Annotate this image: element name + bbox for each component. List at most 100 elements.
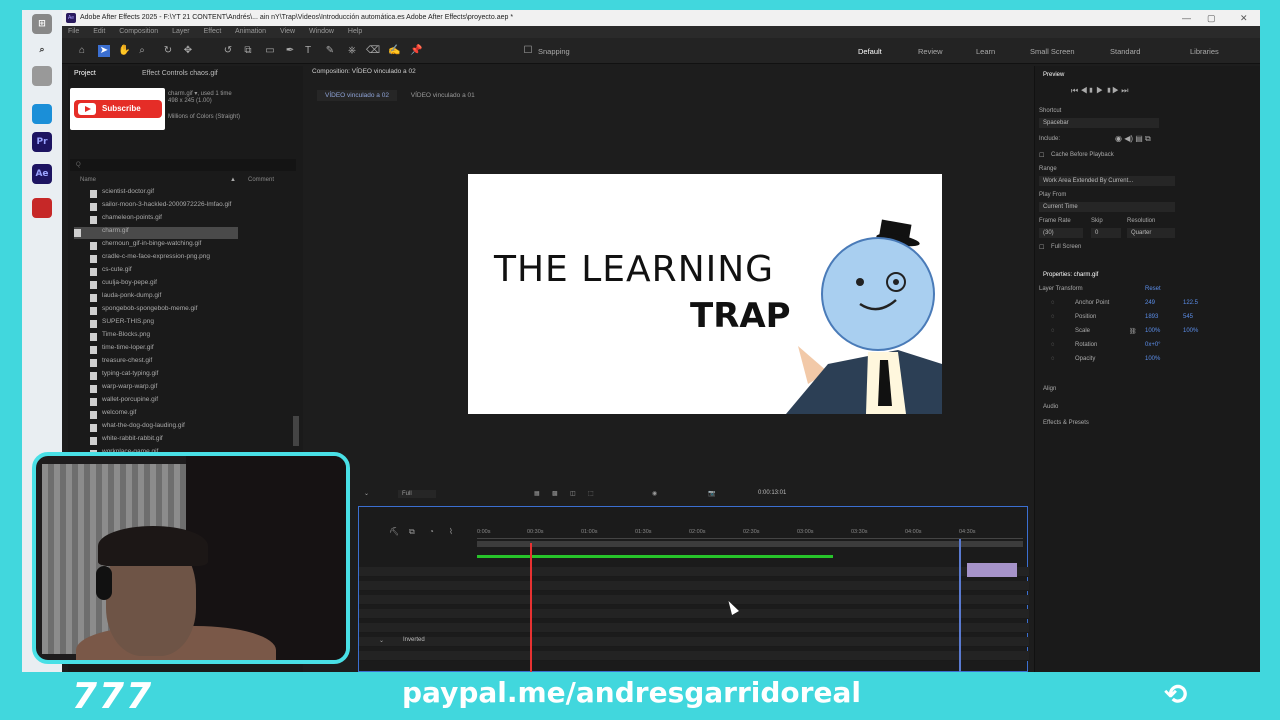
effects-presets-panel[interactable]: Effects & Presets bbox=[1043, 420, 1089, 426]
puppet-pin-tool-icon[interactable]: 📌 bbox=[410, 45, 422, 57]
layer-bar[interactable] bbox=[967, 563, 1017, 577]
hand-tool-icon[interactable]: ✋ bbox=[118, 45, 130, 57]
snapping-checkbox-icon[interactable]: ☐ bbox=[522, 45, 534, 57]
properties-title[interactable]: Properties: charm.gif bbox=[1043, 272, 1098, 278]
frame-rate-dropdown[interactable]: (30) bbox=[1039, 228, 1083, 238]
list-item[interactable]: welcome.gif bbox=[90, 409, 136, 421]
menu-composition[interactable]: Composition bbox=[119, 28, 158, 35]
shy-layers-icon[interactable]: ⛏ bbox=[389, 527, 399, 536]
tab-effect-controls[interactable]: Effect Controls chaos.gif bbox=[142, 70, 218, 77]
position-x[interactable]: 1893 bbox=[1145, 314, 1158, 320]
home-icon[interactable]: ⌂ bbox=[76, 45, 88, 57]
project-scrollbar[interactable] bbox=[293, 416, 299, 446]
layer-track[interactable] bbox=[359, 609, 1029, 619]
scale-y[interactable]: 100% bbox=[1183, 328, 1198, 334]
workspace-small-screen[interactable]: Small Screen bbox=[1030, 47, 1075, 56]
pan-tool-icon[interactable]: ✥ bbox=[182, 45, 194, 57]
reset-link[interactable]: Reset bbox=[1145, 286, 1161, 292]
column-name[interactable]: Name bbox=[80, 177, 96, 183]
work-area-end-marker[interactable] bbox=[959, 539, 961, 672]
cache-checkbox-icon[interactable]: ☐ bbox=[1039, 152, 1044, 159]
list-item[interactable]: cuulja-boy-pepe.gif bbox=[90, 279, 157, 291]
menu-help[interactable]: Help bbox=[348, 28, 362, 35]
list-item[interactable]: scientist-doctor.gif bbox=[90, 188, 154, 200]
scale-x[interactable]: 100% bbox=[1145, 328, 1160, 334]
position-y[interactable]: 545 bbox=[1183, 314, 1193, 320]
layer-track[interactable]: ⌄ Inverted bbox=[359, 637, 1029, 647]
snapshot-icon[interactable]: ◉ bbox=[652, 490, 657, 497]
composition-viewer[interactable]: THE LEARNING TRAP bbox=[468, 174, 942, 414]
list-item[interactable]: lauda-ponk-dump.gif bbox=[90, 292, 161, 304]
playback-controls-icon[interactable]: ⏮ ◀▮ ▶ ▮▶ ⏭ bbox=[1071, 86, 1129, 96]
scale-stopwatch-icon[interactable]: ◌ bbox=[1051, 328, 1055, 334]
file-explorer-icon[interactable] bbox=[32, 66, 52, 86]
preview-title[interactable]: Preview bbox=[1043, 72, 1064, 78]
layer-twirl-chevron-down-icon[interactable]: ⌄ bbox=[379, 637, 384, 644]
menu-view[interactable]: View bbox=[280, 28, 295, 35]
shortcut-dropdown[interactable]: Spacebar bbox=[1039, 118, 1159, 128]
grid-overlay-icon[interactable]: ▦ bbox=[534, 490, 540, 497]
time-ruler[interactable]: 0:00s 00:30s 01:00s 01:30s 02:00s 02:30s… bbox=[477, 527, 1023, 539]
list-item[interactable]: cradle-c-me-face-expression-png.png bbox=[90, 253, 210, 265]
search-icon[interactable]: ⌕ bbox=[32, 40, 52, 60]
list-item[interactable]: wallet-porcupine.gif bbox=[90, 396, 158, 408]
magnification-chevron-down-icon[interactable]: ⌄ bbox=[364, 490, 369, 497]
rotate-tool-icon[interactable]: ↺ bbox=[222, 45, 234, 57]
type-tool-icon[interactable]: T bbox=[302, 45, 314, 57]
resolution-dropdown[interactable]: Full bbox=[398, 490, 436, 498]
list-item[interactable]: SUPER-THIS.png bbox=[90, 318, 154, 330]
workspace-default[interactable]: Default bbox=[858, 47, 882, 56]
maximize-icon[interactable]: ▢ bbox=[1207, 10, 1216, 26]
camera-icon[interactable]: 📷 bbox=[708, 490, 715, 497]
list-item[interactable]: spongebob-spongebob-meme.gif bbox=[90, 305, 197, 317]
anchor-stopwatch-icon[interactable]: ◌ bbox=[1051, 300, 1055, 306]
opacity-value[interactable]: 100% bbox=[1145, 356, 1160, 362]
rotation-stopwatch-icon[interactable]: ◌ bbox=[1051, 342, 1055, 348]
menu-effect[interactable]: Effect bbox=[204, 28, 222, 35]
layer-track[interactable] bbox=[359, 567, 1029, 577]
workspace-libraries[interactable]: Libraries bbox=[1190, 47, 1219, 56]
layer-track[interactable] bbox=[359, 623, 1029, 633]
eraser-tool-icon[interactable]: ⌫ bbox=[366, 45, 380, 57]
list-item[interactable]: warp-warp-warp.gif bbox=[90, 383, 157, 395]
workspace-standard[interactable]: Standard bbox=[1110, 47, 1140, 56]
play-from-dropdown[interactable]: Current Time bbox=[1039, 202, 1175, 212]
workspace-learn[interactable]: Learn bbox=[976, 47, 995, 56]
menu-layer[interactable]: Layer bbox=[172, 28, 190, 35]
position-stopwatch-icon[interactable]: ◌ bbox=[1051, 314, 1055, 320]
layer-track[interactable] bbox=[359, 651, 1029, 661]
workspace-review[interactable]: Review bbox=[918, 47, 943, 56]
list-item[interactable]: cs-cute.gif bbox=[90, 266, 132, 278]
tab-project[interactable]: Project bbox=[74, 70, 96, 77]
list-item[interactable]: what-the-dog-dog-lauding.gif bbox=[90, 422, 185, 434]
list-item[interactable]: sailor-moon-3-hackled-2000972226-lmfao.g… bbox=[90, 201, 231, 213]
list-item[interactable]: time-time-loper.gif bbox=[90, 344, 154, 356]
list-item[interactable]: typing-cat-typing.gif bbox=[90, 370, 158, 382]
composition-tab[interactable]: Composition: VÍDEO vinculado a 02 bbox=[312, 68, 472, 80]
edge-browser-icon[interactable] bbox=[32, 104, 52, 124]
mask-visibility-icon[interactable]: ◫ bbox=[570, 490, 576, 497]
rotation-value[interactable]: 0x+0° bbox=[1145, 342, 1161, 348]
snapping-label[interactable]: Snapping bbox=[538, 47, 570, 56]
list-item[interactable]: chernoun_gif-in-binge-watching.gif bbox=[90, 240, 201, 252]
fullscreen-checkbox-icon[interactable]: ☐ bbox=[1039, 244, 1044, 251]
audio-panel[interactable]: Audio bbox=[1043, 404, 1058, 410]
menu-file[interactable]: File bbox=[68, 28, 79, 35]
region-of-interest-icon[interactable]: ⬚ bbox=[588, 490, 594, 497]
skip-dropdown[interactable]: 0 bbox=[1091, 228, 1121, 238]
current-time-indicator[interactable] bbox=[530, 543, 532, 672]
orbit-tool-icon[interactable]: ↻ bbox=[162, 45, 174, 57]
frame-blending-icon[interactable]: ⧉ bbox=[409, 527, 415, 537]
layer-track[interactable] bbox=[359, 581, 1029, 591]
layer-track[interactable] bbox=[359, 595, 1029, 605]
zoom-tool-icon[interactable]: ⌕ bbox=[136, 45, 148, 57]
pan-behind-tool-icon[interactable]: ⧉ bbox=[242, 45, 254, 57]
anchor-point-x[interactable]: 249 bbox=[1145, 300, 1155, 306]
work-area-bar[interactable] bbox=[477, 541, 1023, 547]
menu-edit[interactable]: Edit bbox=[93, 28, 105, 35]
anchor-point-y[interactable]: 122.5 bbox=[1183, 300, 1198, 306]
sort-chevron-up-icon[interactable]: ▲ bbox=[230, 177, 236, 183]
resolution-dropdown[interactable]: Quarter bbox=[1127, 228, 1175, 238]
include-video-audio-overlay-icon[interactable]: ◉ ◀) ▤ ⧉ bbox=[1115, 134, 1151, 144]
windows-start-icon[interactable]: ⊞ bbox=[32, 14, 52, 34]
